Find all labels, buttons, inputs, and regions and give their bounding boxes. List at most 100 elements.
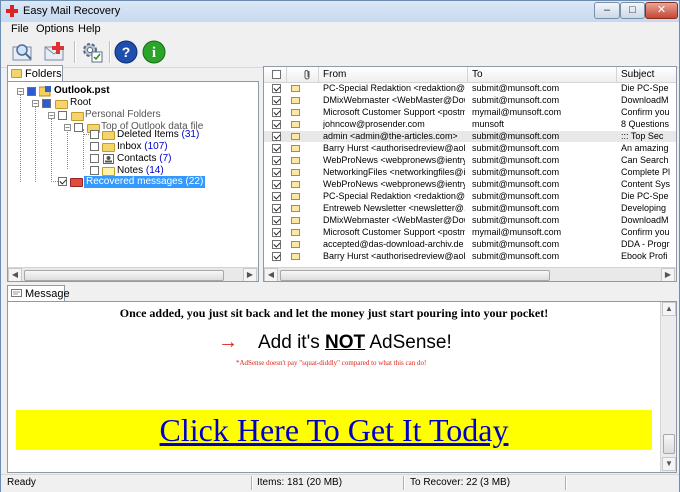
envelope-icon [291, 121, 300, 128]
column-divider[interactable] [467, 67, 468, 82]
tree-node-contacts[interactable]: Contacts (7) [117, 153, 171, 165]
message-preview-panel: Once added, you just sit back and let th… [7, 301, 677, 473]
table-row[interactable]: Microsoft Customer Support <postm... myma… [264, 227, 676, 238]
table-row[interactable]: admin <admin@the-articles.com> submit@mun… [264, 131, 676, 142]
list-horizontal-scrollbar[interactable]: ◀ ▶ [264, 267, 676, 281]
menu-options[interactable]: Options [36, 23, 74, 35]
table-row[interactable]: PC-Special Redaktion <redaktion@p... subm… [264, 191, 676, 202]
tree-horizontal-scrollbar[interactable]: ◀ ▶ [8, 267, 258, 281]
tree-checkbox[interactable] [90, 142, 99, 151]
row-checkbox[interactable] [272, 84, 281, 93]
tree-checkbox[interactable] [90, 166, 99, 175]
add-button[interactable] [42, 39, 68, 65]
status-to-recover: To Recover: 22 (3 MB) [410, 477, 511, 488]
row-checkbox[interactable] [272, 216, 281, 225]
tab-folders[interactable]: Folders [7, 65, 63, 82]
table-row[interactable]: Microsoft Customer Support <postm... myma… [264, 107, 676, 118]
table-row[interactable]: WebProNews <webpronews@ientry.... submit@… [264, 155, 676, 166]
cell-subject: Ebook Profi [621, 251, 668, 261]
row-checkbox[interactable] [272, 132, 281, 141]
tree-checkbox[interactable] [42, 99, 51, 108]
folder-icon [102, 143, 115, 152]
title-bar[interactable]: Easy Mail Recovery – □ ✕ [1, 1, 679, 23]
settings-button[interactable] [79, 39, 105, 65]
row-checkbox[interactable] [272, 228, 281, 237]
table-row[interactable]: DMixWebmaster <WebMaster@Dow... submit@mu… [264, 215, 676, 226]
folder-icon [11, 69, 22, 78]
tree-node-personal-folders[interactable]: Personal Folders [85, 109, 161, 121]
tree-checkbox[interactable] [58, 177, 67, 186]
row-checkbox[interactable] [272, 96, 281, 105]
table-row[interactable]: DMixWebmaster <WebMaster@Dow... submit@mu… [264, 95, 676, 106]
row-checkbox[interactable] [272, 204, 281, 213]
column-divider[interactable] [318, 67, 319, 82]
cell-from: NetworkingFiles <networkingfiles@ie... [323, 167, 465, 177]
tree-line [51, 117, 52, 180]
scroll-down-arrow[interactable]: ▼ [662, 457, 676, 471]
tree-checkbox[interactable] [90, 130, 99, 139]
row-checkbox[interactable] [272, 108, 281, 117]
tree-expander[interactable]: − [64, 124, 71, 132]
menu-help[interactable]: Help [78, 23, 101, 35]
scan-button[interactable] [10, 39, 36, 65]
column-header-from[interactable]: From [323, 69, 346, 80]
scroll-thumb[interactable] [280, 270, 550, 281]
tree-expander[interactable]: − [17, 88, 24, 96]
table-row[interactable]: WebProNews <webpronews@ientry.... submit@… [264, 179, 676, 190]
cell-from: accepted@das-download-archiv.de [323, 239, 464, 249]
scroll-right-arrow[interactable]: ▶ [243, 268, 257, 281]
close-button[interactable]: ✕ [645, 2, 678, 19]
column-divider[interactable] [616, 67, 617, 82]
maximize-button[interactable]: □ [620, 2, 645, 19]
row-checkbox[interactable] [272, 168, 281, 177]
tree-checkbox[interactable] [74, 123, 83, 132]
column-header-subject[interactable]: Subject [621, 69, 654, 80]
table-row[interactable]: johncow@prosender.com munsoft 8 Questions [264, 119, 676, 130]
cell-from: Barry Hurst <authorisedreview@aol... [323, 251, 465, 261]
cell-from: johncow@prosender.com [323, 119, 425, 129]
scroll-thumb[interactable] [24, 270, 224, 281]
tree-node-recovered-messages[interactable]: Recovered messages (22) [84, 176, 206, 188]
table-row[interactable]: Entreweb Newsletter <newsletter@... submi… [264, 203, 676, 214]
tree-node-inbox[interactable]: Inbox (107) [117, 141, 168, 153]
column-header-to[interactable]: To [472, 69, 483, 80]
cta-banner[interactable]: Click Here To Get It Today [16, 410, 652, 450]
tree-checkbox[interactable] [90, 154, 99, 163]
scroll-thumb[interactable] [663, 434, 675, 454]
tab-message[interactable]: Message [7, 285, 70, 302]
scroll-left-arrow[interactable]: ◀ [8, 268, 22, 281]
help-button[interactable]: ? [113, 39, 139, 65]
tree-expander[interactable]: − [48, 112, 55, 120]
row-checkbox[interactable] [272, 156, 281, 165]
table-row[interactable]: accepted@das-download-archiv.de submit@mu… [264, 239, 676, 250]
toolbar-separator [74, 41, 76, 63]
column-divider[interactable] [286, 67, 287, 82]
menu-file[interactable]: File [11, 23, 29, 35]
minimize-button[interactable]: – [594, 2, 620, 19]
table-row[interactable]: NetworkingFiles <networkingfiles@ie... su… [264, 167, 676, 178]
table-row[interactable]: Barry Hurst <authorisedreview@aol... subm… [264, 251, 676, 262]
tree-node-deleted-items[interactable]: Deleted Items (31) [117, 129, 199, 141]
info-button[interactable]: i [141, 39, 167, 65]
row-checkbox[interactable] [272, 120, 281, 129]
row-checkbox[interactable] [272, 144, 281, 153]
row-checkbox[interactable] [272, 180, 281, 189]
cell-to: submit@munsoft.com [472, 83, 560, 93]
settings-icon [83, 43, 103, 63]
table-row[interactable]: Barry Hurst <authorisedreview@aol... subm… [264, 143, 676, 154]
row-checkbox[interactable] [272, 240, 281, 249]
tree-checkbox[interactable] [27, 87, 36, 96]
tree-expander[interactable]: − [32, 100, 39, 108]
table-row[interactable]: PC-Special Redaktion <redaktion@p... subm… [264, 83, 676, 94]
tree-node-root[interactable]: Root [70, 97, 91, 109]
row-checkbox[interactable] [272, 252, 281, 261]
preview-vertical-scrollbar[interactable]: ▲ ▼ [660, 302, 676, 472]
scroll-right-arrow[interactable]: ▶ [661, 268, 675, 281]
select-all-checkbox[interactable] [272, 70, 281, 79]
scroll-up-arrow[interactable]: ▲ [662, 302, 676, 316]
cta-link[interactable]: Click Here To Get It Today [16, 412, 652, 449]
scroll-left-arrow[interactable]: ◀ [264, 268, 278, 281]
tree-checkbox[interactable] [58, 111, 67, 120]
row-checkbox[interactable] [272, 192, 281, 201]
tree-node-outlook-pst[interactable]: Outlook.pst [54, 85, 110, 97]
